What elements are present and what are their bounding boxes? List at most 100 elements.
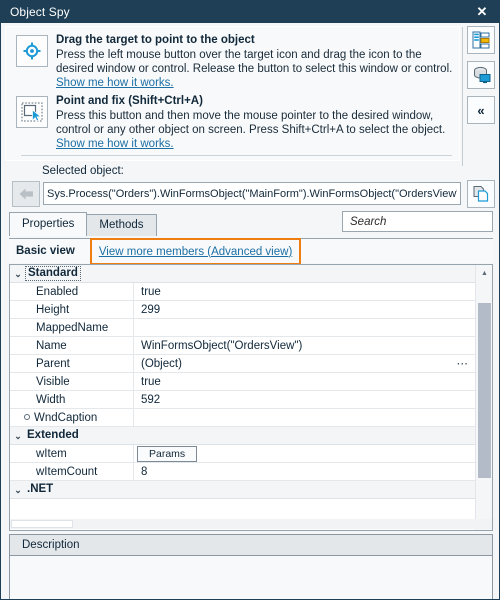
property-row[interactable]: wItem Params <box>10 444 475 463</box>
instructions-divider <box>21 155 452 156</box>
property-value[interactable]: 592 <box>134 391 475 409</box>
property-name-label: MappedName <box>36 321 109 334</box>
property-name: Width <box>10 390 134 409</box>
vertical-scrollbar[interactable]: ▲ ▼ <box>475 265 492 530</box>
property-value[interactable]: (Object) ⋯ <box>134 355 475 373</box>
object-spy-window: Object Spy ✕ Drag the target to point to… <box>0 0 500 600</box>
property-value-label: 8 <box>141 465 148 478</box>
property-value[interactable] <box>134 319 475 337</box>
scroll-up-icon[interactable]: ▲ <box>476 265 492 282</box>
advanced-view-highlight: View more members (Advanced view) <box>89 237 302 265</box>
property-group-row[interactable]: ⌄ Extended <box>10 427 475 445</box>
property-row[interactable]: Visible true <box>10 372 475 391</box>
instruction-drag-target: Drag the target to point to the object P… <box>12 33 454 90</box>
property-name-label: wItem <box>36 447 67 460</box>
search-box[interactable] <box>342 211 499 232</box>
tabstrip: Properties Methods <box>9 212 157 236</box>
instruction-body: Press the left mouse button over the tar… <box>56 48 454 90</box>
property-value[interactable]: WinFormsObject("OrdersView") <box>134 337 475 355</box>
property-value[interactable]: true <box>134 373 475 391</box>
description-body <box>10 556 492 599</box>
property-value[interactable]: true <box>134 283 475 301</box>
property-name-label: Width <box>36 393 66 406</box>
back-button[interactable] <box>12 181 40 207</box>
property-row[interactable]: Width 592 <box>10 390 475 409</box>
advanced-view-link[interactable]: View more members (Advanced view) <box>99 246 292 258</box>
property-row[interactable]: MappedName <box>10 318 475 337</box>
readonly-marker-icon <box>24 413 30 420</box>
property-name: wItem <box>10 444 134 463</box>
instruction-title: Point and fix (Shift+Ctrl+A) <box>56 95 203 107</box>
horizontal-scrollbar[interactable] <box>10 519 492 529</box>
property-value-label: 592 <box>141 393 161 406</box>
remote-screen-icon[interactable] <box>467 61 495 89</box>
show-me-link-drag[interactable]: Show me how it works. <box>56 77 174 89</box>
property-value-label: true <box>141 285 161 298</box>
collapse-icon[interactable]: « <box>467 96 495 124</box>
property-value[interactable]: 299 <box>134 301 475 319</box>
property-value[interactable] <box>134 409 475 427</box>
instructions-panel: Drag the target to point to the object P… <box>5 26 460 161</box>
description-panel: Description <box>9 534 493 599</box>
property-row[interactable]: wItemCount 8 <box>10 462 475 481</box>
chevron-down-icon[interactable]: ⌄ <box>10 266 26 282</box>
tab-properties[interactable]: Properties <box>9 212 88 236</box>
horizontal-scrollbar-thumb[interactable] <box>11 520 73 528</box>
copy-icon[interactable] <box>467 180 495 208</box>
property-name: Height <box>10 300 134 319</box>
property-name-label: Visible <box>36 375 70 388</box>
property-name: MappedName <box>10 318 134 337</box>
property-group-row[interactable]: ⌄ Standard <box>10 265 475 283</box>
property-group-row[interactable]: ⌄ .NET <box>10 481 475 499</box>
property-name-label: Name <box>36 339 67 352</box>
property-name-label: wItemCount <box>36 465 98 478</box>
property-row[interactable]: Enabled true <box>10 282 475 301</box>
property-group-label: Standard <box>25 266 81 281</box>
property-group-label: .NET <box>27 483 54 495</box>
property-value-label: (Object) <box>141 357 182 370</box>
window-title: Object Spy <box>10 5 70 19</box>
property-row[interactable]: Parent (Object) ⋯ <box>10 354 475 373</box>
instruction-text-block: Drag the target to point to the object P… <box>56 33 454 90</box>
description-header: Description <box>10 535 492 556</box>
property-name: Visible <box>10 372 134 391</box>
object-tree-icon[interactable] <box>467 26 495 54</box>
chevron-down-icon[interactable]: ⌄ <box>10 428 26 444</box>
property-group-label: Extended <box>27 429 79 441</box>
property-name: WndCaption <box>10 408 134 427</box>
property-name-label: Height <box>36 303 70 316</box>
view-mode-bar: Basic view View more members (Advanced v… <box>9 237 493 265</box>
value-editor-ellipsis-button[interactable]: ⋯ <box>457 355 470 373</box>
basic-view-label: Basic view <box>16 245 75 257</box>
instruction-point-and-fix: Point and fix (Shift+Ctrl+A) Press this … <box>12 94 454 151</box>
property-grid: ⌄ Standard Enabled true Height 299 MappedName N… <box>9 264 493 531</box>
property-row[interactable]: WndCaption <box>10 408 475 427</box>
property-value-label: 299 <box>141 303 161 316</box>
target-crosshair-icon[interactable] <box>16 35 48 67</box>
scrollbar-thumb[interactable] <box>478 303 491 478</box>
point-and-fix-icon[interactable] <box>16 96 48 128</box>
property-value[interactable]: 8 <box>134 463 475 481</box>
property-name: Enabled <box>10 282 134 301</box>
selected-object-label: Selected object: <box>42 165 124 177</box>
property-value-label: true <box>141 375 161 388</box>
params-button[interactable]: Params <box>137 445 198 462</box>
property-value-label: WinFormsObject("OrdersView") <box>141 339 303 352</box>
property-name: wItemCount <box>10 462 134 481</box>
instruction-body-text: Press this button and then move the mous… <box>56 110 446 136</box>
property-row[interactable]: Name WinFormsObject("OrdersView") <box>10 336 475 355</box>
close-icon[interactable]: ✕ <box>465 1 499 23</box>
tab-methods[interactable]: Methods <box>86 214 157 236</box>
show-me-link-point[interactable]: Show me how it works. <box>56 138 174 150</box>
property-value[interactable]: Params <box>134 445 475 463</box>
search-input[interactable] <box>348 214 499 229</box>
instruction-title: Drag the target to point to the object <box>56 34 255 46</box>
selected-object-input[interactable] <box>43 182 461 205</box>
chevron-down-icon[interactable]: ⌄ <box>10 482 26 498</box>
property-row[interactable]: Height 299 <box>10 300 475 319</box>
property-name-label: WndCaption <box>34 411 98 424</box>
property-name: Name <box>10 336 134 355</box>
title-bar: Object Spy ✕ <box>1 1 499 23</box>
property-name-label: Enabled <box>36 285 79 298</box>
instruction-text-block: Point and fix (Shift+Ctrl+A) Press this … <box>56 94 454 151</box>
